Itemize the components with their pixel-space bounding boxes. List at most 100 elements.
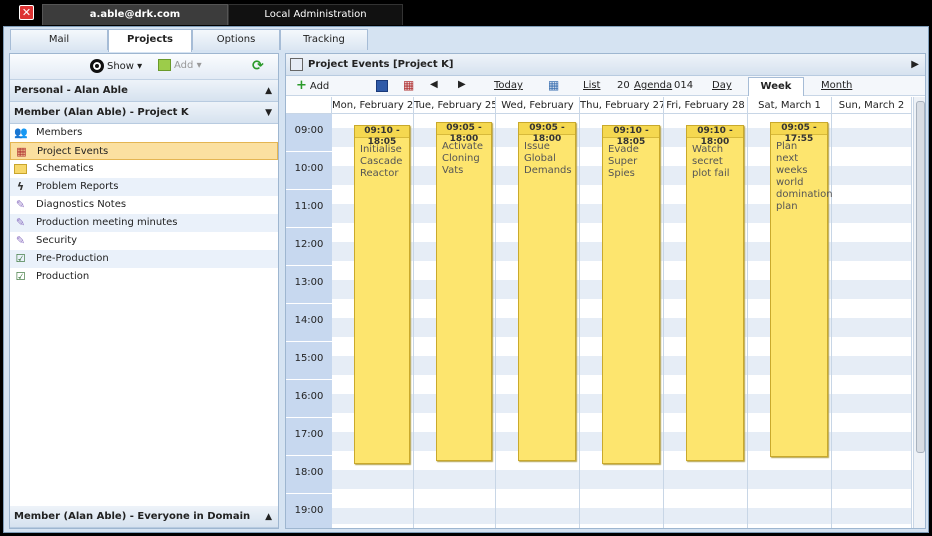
- chevron-down-icon: ▾: [196, 60, 202, 71]
- tree-item-label: Schematics: [36, 163, 94, 174]
- tree-item-schematics[interactable]: Schematics: [10, 160, 278, 178]
- add-item-icon: [158, 59, 171, 71]
- calendar-event[interactable]: 09:10 - 18:05 Evade Super Spies: [602, 125, 660, 464]
- calendar-event[interactable]: 09:10 - 18:00 Watch secret plot fail: [686, 125, 744, 461]
- day-header[interactable]: Wed, February: [496, 97, 580, 114]
- time-column: 09:00 10:00 11:00 12:00 13:00 14:00 15:00 16:00…: [286, 114, 332, 528]
- date-fragment-b: 014: [674, 80, 694, 91]
- chevron-up-icon[interactable]: ▲: [265, 80, 272, 102]
- event-time: 09:05 - 18:00: [437, 122, 491, 144]
- members-icon: 👥: [14, 126, 28, 139]
- event-title: Activate Cloning Vats: [442, 140, 483, 176]
- day-column[interactable]: [832, 114, 912, 528]
- next-arrow-icon[interactable]: ▶: [458, 79, 466, 90]
- time-label: 13:00: [286, 266, 332, 304]
- save-icon[interactable]: [376, 80, 388, 92]
- time-label: 09:00: [286, 114, 332, 152]
- day-header[interactable]: Sat, March 1: [748, 97, 832, 114]
- note-icon: ✎: [15, 216, 26, 229]
- local-administration-tab[interactable]: Local Administration: [228, 4, 403, 25]
- section-title: Member (Alan Able) - Everyone in Domain: [14, 511, 251, 522]
- show-label: Show: [107, 61, 134, 72]
- event-title: Watch secret plot fail: [692, 144, 730, 179]
- chevron-up-icon[interactable]: ▲: [265, 506, 272, 528]
- day-header[interactable]: Tue, February 25: [414, 97, 496, 114]
- previous-arrow-icon[interactable]: ◀: [430, 79, 438, 90]
- folder-icon: [14, 164, 27, 174]
- event-title: Initialise Cascade Reactor: [360, 144, 403, 179]
- calendar-event[interactable]: 09:05 - 18:00 Issue Global Demands: [518, 121, 576, 461]
- calendar-event[interactable]: 09:10 - 18:05 Initialise Cascade Reactor: [354, 125, 410, 464]
- list-view-link[interactable]: List: [583, 80, 600, 91]
- projects-sidebar: Show ▾ Add ▾ ⟳ Personal - Alan Able ▲ Me…: [9, 53, 279, 529]
- eye-icon: [90, 59, 104, 73]
- event-time: 09:10 - 18:05: [355, 126, 409, 147]
- week-calendar-grid: 09:00 10:00 11:00 12:00 13:00 14:00 15:00 16:00…: [286, 97, 925, 528]
- add-event-button[interactable]: + Add: [296, 78, 329, 93]
- tree-item-members[interactable]: 👥 Members: [10, 124, 278, 142]
- chevron-down-icon[interactable]: ▼: [265, 102, 272, 124]
- tree-item-problem-reports[interactable]: ϟ Problem Reports: [10, 178, 278, 196]
- user-account-tab[interactable]: a.able@drk.com: [42, 4, 228, 25]
- tree-item-label: Project Events: [37, 146, 109, 157]
- section-personal[interactable]: Personal - Alan Able ▲: [10, 80, 278, 102]
- today-link[interactable]: Today: [494, 80, 523, 91]
- sidebar-toolbar: Show ▾ Add ▾ ⟳: [10, 54, 278, 80]
- day-header[interactable]: Thu, February 27: [580, 97, 664, 114]
- tree-item-pre-production[interactable]: ☑ Pre-Production: [10, 250, 278, 268]
- event-title: Plan next weeks world domination plan: [776, 140, 833, 212]
- calendar-event[interactable]: 09:05 - 17:55 Plan next weeks world domin…: [770, 121, 833, 458]
- time-label: 14:00: [286, 304, 332, 342]
- plus-icon: +: [296, 78, 307, 93]
- section-title: Member (Alan Able) - Project K: [14, 107, 189, 118]
- week-view-tab[interactable]: Week: [748, 77, 804, 96]
- day-header[interactable]: Fri, February 28: [664, 97, 748, 114]
- tree-item-security[interactable]: ✎ Security: [10, 232, 278, 250]
- tab-tracking[interactable]: Tracking: [280, 29, 368, 50]
- add-label: Add: [174, 60, 194, 71]
- calendar-panel: Project Events [Project K] ▶ + Add ▦ ◀ ▶ …: [285, 53, 926, 529]
- section-project-k[interactable]: Member (Alan Able) - Project K ▼: [10, 102, 278, 124]
- time-label: 12:00: [286, 228, 332, 266]
- refresh-icon[interactable]: ⟳: [252, 58, 264, 74]
- tab-projects[interactable]: Projects: [108, 29, 192, 52]
- tree-item-production-meeting-minutes[interactable]: ✎ Production meeting minutes: [10, 214, 278, 232]
- tab-options[interactable]: Options: [192, 29, 280, 50]
- date-fragment-a: 20: [617, 80, 630, 91]
- calendar-toolbar: + Add ▦ ◀ ▶ Today ▦ List 20 Agenda 014 Da…: [286, 76, 925, 96]
- tree-item-label: Problem Reports: [36, 181, 119, 192]
- panel-title: Project Events [Project K]: [308, 59, 454, 70]
- agenda-view-link[interactable]: Agenda: [634, 80, 672, 91]
- scrollbar-thumb[interactable]: [916, 101, 925, 453]
- add-button[interactable]: Add ▾: [158, 59, 202, 71]
- section-everyone-in-domain[interactable]: Member (Alan Able) - Everyone in Domain …: [10, 506, 278, 528]
- tree-item-label: Production: [36, 271, 90, 282]
- time-label: 17:00: [286, 418, 332, 456]
- day-header[interactable]: Mon, February 24: [332, 97, 414, 114]
- chevron-right-icon[interactable]: ▶: [911, 54, 919, 76]
- main-frame: Mail Projects Options Tracking Show ▾ Ad…: [3, 26, 929, 533]
- day-header[interactable]: Sun, March 2: [832, 97, 912, 114]
- tree-item-label: Members: [36, 127, 83, 138]
- calendar-export-icon[interactable]: ▦: [403, 78, 414, 92]
- tab-mail[interactable]: Mail: [10, 29, 108, 50]
- calendar-event[interactable]: 09:05 - 18:00 Activate Cloning Vats: [436, 121, 492, 461]
- tree-item-production[interactable]: ☑ Production: [10, 268, 278, 286]
- time-label: 16:00: [286, 380, 332, 418]
- checklist-icon: ☑: [15, 270, 26, 283]
- close-icon[interactable]: ✕: [19, 5, 34, 20]
- calendar-icon: [290, 58, 303, 71]
- project-tree: 👥 Members ▦ Project Events Schematics ϟ …: [10, 124, 278, 286]
- show-button[interactable]: Show ▾: [90, 59, 142, 73]
- day-view-link[interactable]: Day: [712, 80, 732, 91]
- tree-item-diagnostics-notes[interactable]: ✎ Diagnostics Notes: [10, 196, 278, 214]
- tree-item-project-events[interactable]: ▦ Project Events: [10, 142, 278, 160]
- event-title: Issue Global Demands: [524, 140, 572, 176]
- time-label: 11:00: [286, 190, 332, 228]
- month-view-link[interactable]: Month: [821, 80, 852, 91]
- date-picker-icon[interactable]: ▦: [548, 78, 559, 92]
- note-icon: ✎: [15, 198, 26, 211]
- note-icon: ✎: [15, 234, 26, 247]
- tree-item-label: Production meeting minutes: [36, 217, 178, 228]
- vertical-scrollbar[interactable]: [913, 97, 925, 528]
